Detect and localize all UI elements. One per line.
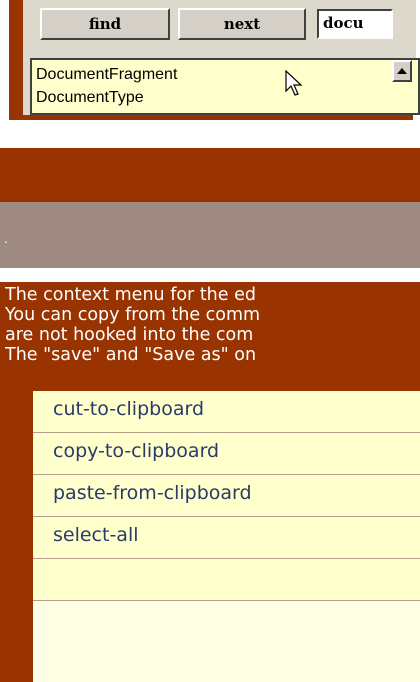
context-menu-description: The context menu for the ed You can copy… bbox=[5, 285, 420, 365]
description-line: The context menu for the ed bbox=[5, 285, 256, 305]
search-panel: find next docu DocumentFragment Document… bbox=[0, 0, 420, 124]
menu-item-label: copy-to-clipboard bbox=[53, 440, 220, 462]
gray-band bbox=[0, 202, 420, 268]
menu-item-partial[interactable] bbox=[33, 559, 420, 601]
section-divider bbox=[0, 148, 420, 202]
result-item-documenttype[interactable]: DocumentType bbox=[36, 89, 144, 107]
search-input[interactable]: docu bbox=[317, 9, 393, 39]
spacer bbox=[0, 124, 420, 148]
scroll-up-button[interactable] bbox=[392, 60, 412, 82]
mouse-pointer-icon bbox=[285, 70, 303, 96]
next-button[interactable]: next bbox=[178, 8, 306, 40]
context-menu-panel: The context menu for the ed You can copy… bbox=[0, 282, 420, 682]
menu-item-label: paste-from-clipboard bbox=[53, 482, 252, 504]
menu-item-paste-from-clipboard[interactable]: paste-from-clipboard bbox=[33, 475, 420, 517]
search-results-list[interactable]: DocumentFragment DocumentType bbox=[30, 58, 420, 115]
triangle-up-icon bbox=[397, 68, 407, 74]
spacer bbox=[0, 268, 420, 282]
description-line: The "save" and "Save as" on bbox=[5, 345, 257, 365]
description-line: You can copy from the comm bbox=[5, 305, 261, 325]
menu-item-cut-to-clipboard[interactable]: cut-to-clipboard bbox=[33, 391, 420, 433]
band-text: . bbox=[4, 232, 8, 246]
context-menu: cut-to-clipboard copy-to-clipboard paste… bbox=[33, 391, 420, 682]
menu-item-select-all[interactable]: select-all bbox=[33, 517, 420, 559]
description-line: are not hooked into the com bbox=[5, 325, 254, 345]
menu-item-label: select-all bbox=[53, 524, 139, 546]
menu-item-label: cut-to-clipboard bbox=[53, 398, 205, 420]
result-item-documentfragment[interactable]: DocumentFragment bbox=[36, 66, 177, 84]
menu-item-copy-to-clipboard[interactable]: copy-to-clipboard bbox=[33, 433, 420, 475]
find-button[interactable]: find bbox=[40, 8, 170, 40]
